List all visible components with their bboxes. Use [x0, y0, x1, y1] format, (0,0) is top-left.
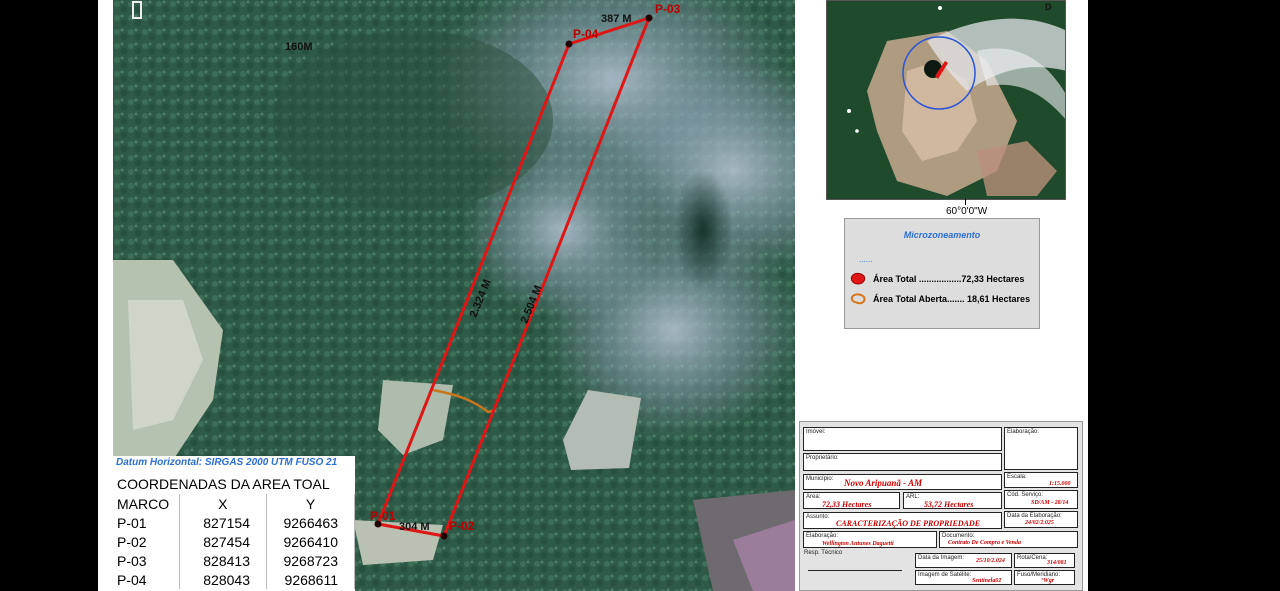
coordinates-table: MARCO X Y P-01 827154 9266463 P-02 82745…	[113, 494, 356, 589]
cell-y: 9268611	[266, 570, 356, 589]
documento-caption: Documento:	[942, 533, 975, 539]
legend-open-label: Área Total Aberta....... 18,61 Hectares	[873, 294, 1031, 304]
data-imagem-caption: Data da Imagem:	[918, 555, 965, 561]
table-row: P-04 828043 9268611	[113, 570, 356, 589]
header-x: X	[179, 494, 267, 513]
municipio-caption: Município:	[806, 476, 834, 482]
data-imagem-field: Data da Imagem: 25/10/2.024	[915, 553, 1012, 568]
cell-x: 827154	[179, 513, 267, 532]
cell-y: 9266463	[266, 513, 356, 532]
municipio-field: Município: Novo Aripuanã - AM	[803, 474, 1002, 490]
table-header-row: MARCO X Y	[113, 494, 356, 513]
legend-box: Microzoneamento ...... Área Total ......…	[844, 218, 1040, 329]
vertex-p04	[565, 40, 573, 48]
table-row: P-02 827454 9266410	[113, 532, 356, 551]
rota-cena-field: Rota/Cena: 314/081	[1014, 553, 1075, 568]
imovel-field: Imóvel:	[803, 427, 1002, 451]
point-label-p02: P-02	[449, 519, 475, 533]
cell-y: 9266410	[266, 532, 356, 551]
legend-item-open: Área Total Aberta....... 18,61 Hectares	[849, 292, 1030, 306]
open-area-swatch-icon	[850, 293, 866, 305]
legend-dots: ......	[859, 255, 873, 264]
distance-bottom: 304 M	[399, 521, 430, 533]
header-y: Y	[266, 494, 356, 513]
area-caption: Área:	[806, 494, 821, 500]
longitude-label: 60°0'0"W	[946, 206, 988, 217]
header-marco: MARCO	[113, 494, 180, 513]
data-elaboracao-caption: Data da Elaboração:	[1007, 513, 1062, 519]
imagem-satelite-caption: Imagem de Satélite:	[918, 572, 972, 578]
cell-y: 9268723	[266, 551, 356, 570]
imagem-satelite-field: Imagem de Satélite: Sentinela02	[915, 570, 1012, 585]
vertex-p02	[440, 532, 448, 540]
vertex-p03	[645, 14, 653, 22]
cell-x: 827454	[179, 532, 267, 551]
point-label-p01: P-01	[370, 509, 396, 523]
data-imagem-value: 25/10/2.024	[976, 558, 1005, 564]
data-elaboracao-value: 24/02/2.025	[1025, 520, 1054, 526]
legend-item-total: Área Total .................72,33 Hectar…	[849, 272, 1024, 286]
longitude-tick	[965, 199, 966, 205]
datum-label: Datum Horizontal: SIRGAS 2000 UTM FUSO 2…	[116, 457, 338, 468]
municipio-value: Novo Aripuanã - AM	[844, 478, 923, 488]
distance-top: 387 M	[601, 13, 632, 25]
scale-distance-label: 160M	[285, 41, 313, 53]
cod-servico-value: SD/AM - 28/14	[1031, 500, 1069, 506]
arl-field: ARL: 53,72 Hectares	[903, 492, 1002, 509]
documento-value: Contrato De Compra e Venda	[948, 540, 1022, 546]
proprietario-field: Proprietário:	[803, 453, 1002, 471]
imagem-satelite-value: Sentinela02	[972, 578, 1002, 584]
elaborador-value: Wellington Antunes Daguetti	[822, 541, 894, 547]
coordinates-title: COORDENADAS DA AREA TOAL	[117, 476, 330, 492]
escala-caption: Escala:	[1007, 474, 1027, 480]
cell-marco: P-01	[113, 513, 180, 532]
elaborador-caption: Elaboração:	[806, 533, 839, 539]
point-label-p04: P-04	[573, 27, 599, 41]
data-elaboracao-field: Data da Elaboração: 24/02/2.025	[1004, 511, 1078, 528]
point-label-p03: P-03	[655, 2, 681, 16]
elaboracao-caption: Elaboração:	[1007, 429, 1040, 435]
total-area-swatch-icon	[850, 272, 866, 285]
escala-value: 1:15.000	[1049, 481, 1071, 487]
proprietario-caption: Proprietário:	[806, 455, 839, 461]
elaboracao-field: Elaboração:	[1004, 427, 1078, 470]
rota-cena-caption: Rota/Cena:	[1017, 555, 1048, 561]
area-field: Área: 72,33 Hectares	[803, 492, 900, 509]
escala-field: Escala: 1:15.000	[1004, 472, 1078, 488]
table-row: P-03 828413 9268723	[113, 551, 356, 570]
legend-title: Microzoneamento	[903, 230, 981, 240]
fuso-meridiano-value: °Wgr	[1041, 578, 1055, 584]
cod-servico-field: Cód. Serviço: SD/AM - 28/14	[1004, 490, 1078, 509]
arl-caption: ARL:	[906, 494, 920, 500]
legend-total-label: Área Total .................72,33 Hectar…	[873, 274, 1025, 284]
inset-corner-label: D	[1045, 2, 1052, 12]
assunto-caption: Assunto:	[806, 514, 830, 520]
area-value: 72,33 Hectares	[822, 500, 872, 509]
imovel-caption: Imóvel:	[806, 429, 826, 435]
assunto-value: CARACTERIZAÇÃO DE PROPRIEDADE	[836, 519, 981, 528]
resp-tecnico-caption: Resp. Técnico	[804, 550, 843, 556]
cell-x: 828043	[179, 570, 267, 589]
documento-field: Documento: Contrato De Compra e Venda	[939, 531, 1078, 548]
signature-line	[808, 570, 902, 571]
assunto-field: Assunto: CARACTERIZAÇÃO DE PROPRIEDADE	[803, 512, 1002, 529]
coordinates-panel: Datum Horizontal: SIRGAS 2000 UTM FUSO 2…	[113, 456, 356, 591]
cod-servico-caption: Cód. Serviço:	[1007, 492, 1044, 498]
locator-inset-map[interactable]: D	[826, 0, 1066, 200]
rota-cena-value: 314/081	[1047, 560, 1067, 566]
fuso-meridiano-field: Fuso/Meridiano: °Wgr	[1014, 570, 1075, 585]
elaborador-field: Elaboração: Wellington Antunes Daguetti	[803, 531, 937, 548]
cell-marco: P-03	[113, 551, 180, 570]
title-block: Imóvel: Elaboração: Proprietário: Municí…	[799, 421, 1083, 591]
cell-marco: P-04	[113, 570, 180, 589]
arl-value: 53,72 Hectares	[924, 500, 974, 509]
cell-marco: P-02	[113, 532, 180, 551]
cell-x: 828413	[179, 551, 267, 570]
table-row: P-01 827154 9266463	[113, 513, 356, 532]
